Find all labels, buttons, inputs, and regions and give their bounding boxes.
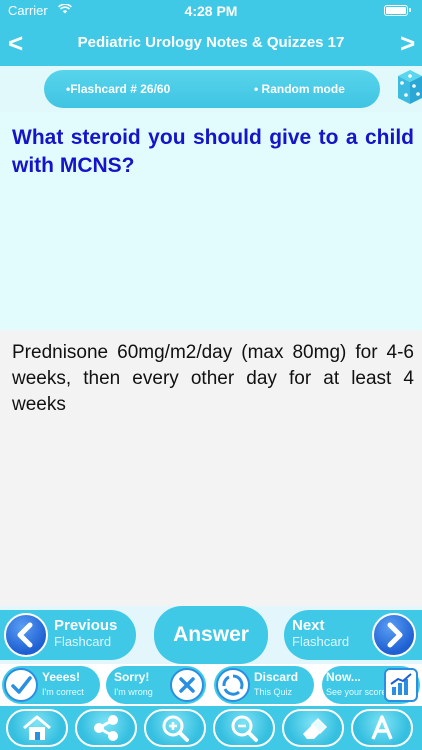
question-panel: What steroid you should give to a child … (0, 112, 422, 330)
clock: 4:28 PM (184, 3, 238, 19)
home-icon[interactable] (6, 709, 68, 747)
previous-sublabel: Flashcard (54, 634, 112, 649)
wrong-sublabel: I'm wrong (114, 687, 153, 697)
correct-sublabel: I'm correct (42, 687, 84, 697)
score-sublabel: See your score (326, 687, 387, 697)
zoom-out-icon[interactable] (213, 709, 275, 747)
action-row: Yeees! I'm correct Sorry! I'm wrong Disc… (0, 664, 422, 706)
back-chevron-icon[interactable]: < (8, 28, 23, 58)
answer-panel: Prednisone 60mg/m2/day (max 80mg) for 4-… (0, 330, 422, 606)
correct-label: Yeees! (42, 670, 81, 684)
next-label: Next (292, 617, 325, 634)
clear-icon[interactable] (282, 709, 344, 747)
recycle-icon (216, 668, 250, 702)
next-sublabel: Flashcard (292, 634, 350, 649)
dice-icon[interactable] (394, 68, 422, 108)
discard-sublabel: This Quiz (254, 687, 293, 697)
mode-label: • Random mode (254, 82, 345, 96)
answer-button[interactable]: Answer (154, 606, 268, 664)
wrong-button[interactable]: Sorry! I'm wrong (106, 666, 206, 704)
answer-text: Prednisone 60mg/m2/day (max 80mg) for 4-… (12, 342, 414, 415)
previous-flashcard-button[interactable]: Previous Flashcard (0, 610, 136, 660)
previous-label: Previous (54, 617, 118, 634)
next-flashcard-button[interactable]: Next Flashcard (284, 610, 422, 660)
forward-chevron-icon[interactable]: > (400, 28, 415, 58)
chevron-left-icon (4, 613, 48, 657)
flashcard-counter: •Flashcard # 26/60 (66, 82, 171, 96)
checkmark-icon (4, 668, 38, 702)
zoom-in-icon[interactable] (144, 709, 206, 747)
battery-icon (384, 5, 411, 16)
nav-bar: < Pediatric Urology Notes & Quizzes 17 > (0, 22, 422, 66)
cross-icon (170, 668, 204, 702)
page-title: Pediatric Urology Notes & Quizzes 17 (77, 34, 345, 51)
correct-button[interactable]: Yeees! I'm correct (2, 666, 100, 704)
bottom-toolbar (0, 706, 422, 750)
bar-chart-icon (384, 668, 418, 702)
wrong-label: Sorry! (114, 670, 150, 684)
discard-label: Discard (254, 670, 299, 684)
flashcard-info-pill: •Flashcard # 26/60 • Random mode (44, 70, 380, 108)
score-label: Now... (326, 670, 361, 684)
status-bar: Carrier 4:28 PM (0, 0, 422, 22)
see-score-button[interactable]: Now... See your score (322, 666, 420, 704)
chevron-right-icon (372, 613, 416, 657)
info-strip: •Flashcard # 26/60 • Random mode (0, 66, 422, 113)
flashcard-nav-row: Previous Flashcard Answer Next Flashcard (0, 606, 422, 664)
share-icon[interactable] (75, 709, 137, 747)
question-text: What steroid you should give to a child … (12, 126, 414, 177)
font-icon[interactable] (351, 709, 413, 747)
discard-quiz-button[interactable]: Discard This Quiz (214, 666, 314, 704)
